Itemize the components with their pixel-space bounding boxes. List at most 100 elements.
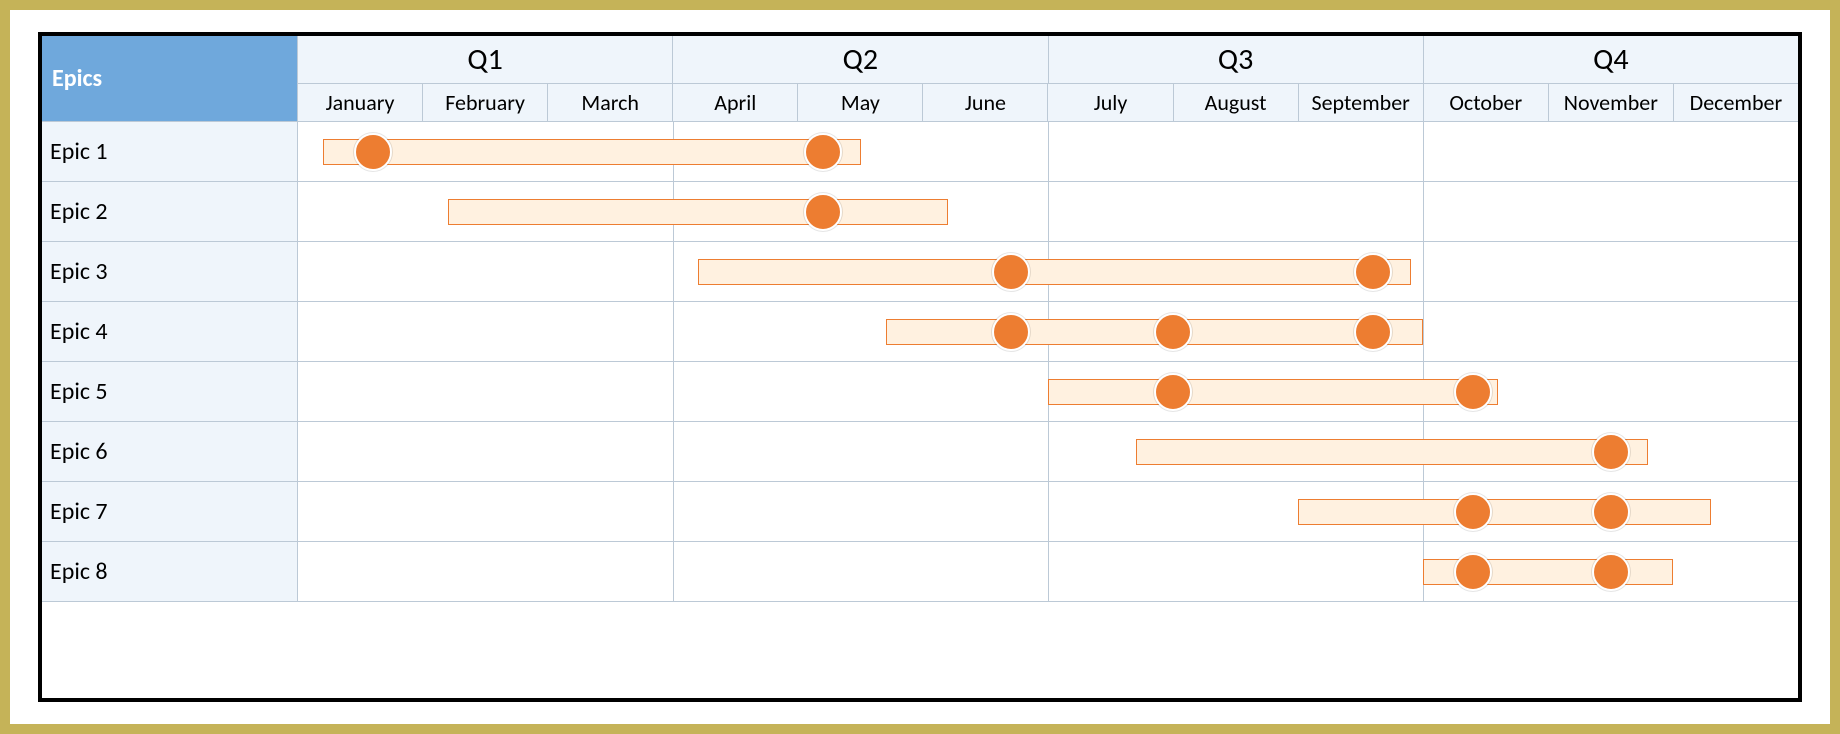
milestone-marker[interactable] xyxy=(1354,253,1392,291)
month-cell: January xyxy=(298,84,423,122)
quarter-separator xyxy=(1048,422,1049,481)
epic-label: Epic 7 xyxy=(42,482,298,542)
epic-label-text: Epic 6 xyxy=(50,437,108,466)
month-cell: June xyxy=(923,84,1048,122)
gantt-row: Epic 6 xyxy=(42,422,1798,482)
gantt-row: Epic 5 xyxy=(42,362,1798,422)
quarter-separator xyxy=(1423,122,1424,181)
milestone-marker[interactable] xyxy=(804,193,842,231)
quarter-label: Q2 xyxy=(843,41,878,78)
milestone-marker[interactable] xyxy=(992,313,1030,351)
milestone-marker[interactable] xyxy=(1592,433,1630,471)
month-label: December xyxy=(1690,89,1782,116)
epic-label: Epic 5 xyxy=(42,362,298,422)
gantt-row: Epic 8 xyxy=(42,542,1798,602)
gantt-row: Epic 3 xyxy=(42,242,1798,302)
quarter-separator xyxy=(1423,302,1424,361)
quarter-cell: Q3 xyxy=(1049,36,1424,84)
gantt-track xyxy=(298,482,1798,542)
month-label: January xyxy=(326,89,395,116)
milestone-marker[interactable] xyxy=(992,253,1030,291)
quarter-separator xyxy=(1048,182,1049,241)
month-cell: October xyxy=(1424,84,1549,122)
milestone-marker[interactable] xyxy=(1592,553,1630,591)
gantt-bar[interactable] xyxy=(698,259,1411,285)
month-label: April xyxy=(714,89,756,116)
quarter-separator xyxy=(673,362,674,421)
month-cell: May xyxy=(798,84,923,122)
gantt-row: Epic 4 xyxy=(42,302,1798,362)
milestone-marker[interactable] xyxy=(1454,553,1492,591)
epic-label: Epic 2 xyxy=(42,182,298,242)
gantt-panel: Epics Q1 Q2 Q3 Q4 January February March… xyxy=(38,32,1802,702)
gantt-track xyxy=(298,242,1798,302)
month-cell: August xyxy=(1174,84,1299,122)
milestone-marker[interactable] xyxy=(1154,373,1192,411)
quarter-label: Q1 xyxy=(467,41,502,78)
epic-label-text: Epic 4 xyxy=(50,317,108,346)
milestone-marker[interactable] xyxy=(1454,493,1492,531)
epic-label: Epic 8 xyxy=(42,542,298,602)
month-cell: November xyxy=(1549,84,1674,122)
gantt-track xyxy=(298,542,1798,602)
gantt-bar[interactable] xyxy=(1298,499,1711,525)
quarter-separator xyxy=(673,302,674,361)
month-label: February xyxy=(445,89,525,116)
gantt-bar[interactable] xyxy=(323,139,861,165)
gantt-track xyxy=(298,122,1798,182)
quarter-label: Q3 xyxy=(1218,41,1253,78)
milestone-marker[interactable] xyxy=(1454,373,1492,411)
gantt-track xyxy=(298,302,1798,362)
gantt-bar[interactable] xyxy=(448,199,948,225)
quarter-label: Q4 xyxy=(1593,41,1628,78)
epic-label: Epic 1 xyxy=(42,122,298,182)
month-label: March xyxy=(581,89,639,116)
quarter-separator xyxy=(1048,122,1049,181)
month-label: September xyxy=(1311,89,1409,116)
milestone-marker[interactable] xyxy=(804,133,842,171)
month-label: July xyxy=(1094,89,1128,116)
footer-padding xyxy=(42,602,1798,652)
month-label: June xyxy=(965,89,1006,116)
month-cell: July xyxy=(1048,84,1173,122)
gantt-track xyxy=(298,182,1798,242)
month-label: November xyxy=(1564,89,1658,116)
gantt-body: Epic 1 Epic 2 Epic 3 Epic 4 Epic 5 Epic 6 Epic… xyxy=(42,122,1798,602)
quarter-separator xyxy=(1048,482,1049,541)
milestone-marker[interactable] xyxy=(1592,493,1630,531)
header-row-months: January February March April May June Ju… xyxy=(42,84,1798,122)
month-cell: February xyxy=(423,84,548,122)
quarter-cell: Q2 xyxy=(673,36,1048,84)
gantt-track xyxy=(298,362,1798,422)
gantt-bar[interactable] xyxy=(1048,379,1498,405)
outer-frame: Epics Q1 Q2 Q3 Q4 January February March… xyxy=(10,10,1830,724)
month-label: May xyxy=(841,89,880,116)
month-cell: April xyxy=(673,84,798,122)
quarter-separator xyxy=(673,242,674,301)
gantt-row: Epic 2 xyxy=(42,182,1798,242)
epic-label-text: Epic 3 xyxy=(50,257,108,286)
milestone-marker[interactable] xyxy=(354,133,392,171)
quarter-separator xyxy=(1048,542,1049,601)
quarter-separator xyxy=(673,422,674,481)
gantt-row: Epic 1 xyxy=(42,122,1798,182)
quarter-cell: Q1 xyxy=(298,36,673,84)
month-cell: December xyxy=(1674,84,1798,122)
month-label: October xyxy=(1449,89,1522,116)
quarter-separator xyxy=(673,482,674,541)
epic-label-text: Epic 2 xyxy=(50,197,108,226)
gantt-row: Epic 7 xyxy=(42,482,1798,542)
month-cell: September xyxy=(1299,84,1424,122)
epic-label-text: Epic 1 xyxy=(50,137,108,166)
epic-label: Epic 6 xyxy=(42,422,298,482)
milestone-marker[interactable] xyxy=(1354,313,1392,351)
month-cell: March xyxy=(548,84,673,122)
gantt-bar[interactable] xyxy=(1136,439,1649,465)
milestone-marker[interactable] xyxy=(1154,313,1192,351)
header-row-quarters: Epics Q1 Q2 Q3 Q4 xyxy=(42,36,1798,84)
epic-label-text: Epic 5 xyxy=(50,377,108,406)
month-label: August xyxy=(1205,89,1267,116)
epic-label: Epic 3 xyxy=(42,242,298,302)
quarter-cell: Q4 xyxy=(1424,36,1798,84)
quarter-separator xyxy=(673,542,674,601)
